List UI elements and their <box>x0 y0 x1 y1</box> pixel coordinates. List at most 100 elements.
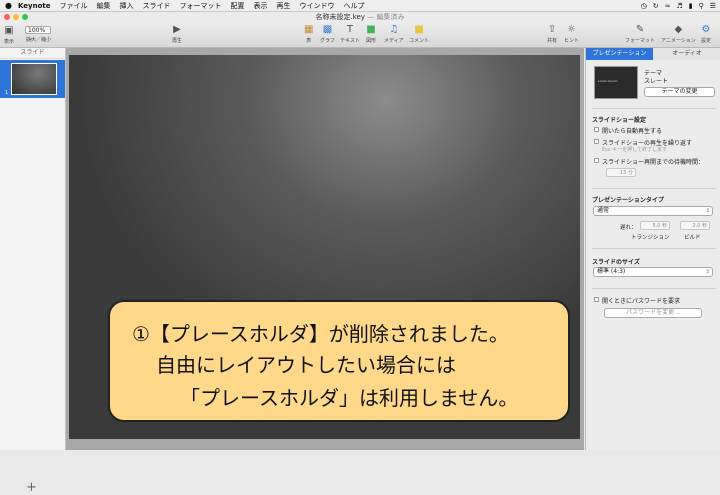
transition-delay-field[interactable]: 5.0 秒 <box>640 221 670 230</box>
loop-checkbox[interactable] <box>594 139 599 144</box>
callout-line-1: ①【プレースホルダ】が削除されました。 <box>132 322 509 346</box>
play-label: 再生 <box>172 38 183 44</box>
add-slide-button[interactable]: + <box>26 480 37 495</box>
share-button[interactable]: ⇧ 共有 <box>547 24 557 44</box>
lightbulb-icon: ☼ <box>567 24 576 35</box>
table-label: 表 <box>306 38 312 44</box>
divider <box>592 188 716 189</box>
battery-icon[interactable]: ▮ <box>689 2 693 10</box>
chart-icon: ▩ <box>322 24 333 35</box>
animate-button[interactable]: ◆ アニメーション <box>661 24 696 44</box>
shape-icon: ■ <box>366 24 376 35</box>
document-title: 名称未設定.key — 編集済み <box>0 12 720 22</box>
tips-button[interactable]: ☼ ヒント <box>564 24 579 44</box>
tab-audio[interactable]: オーディオ <box>653 48 720 60</box>
chart-button[interactable]: ▩ グラフ <box>320 24 335 44</box>
play-button[interactable]: ▶ 再生 <box>172 24 182 44</box>
navigator-header: スライド <box>0 48 65 59</box>
slide-number: 1 <box>5 90 9 96</box>
media-label: メディア <box>384 38 404 44</box>
document-name: 名称未設定.key <box>315 13 365 21</box>
menu-help[interactable]: ヘルプ <box>343 1 364 11</box>
zoom-label-wrap: 拡大／縮小 <box>26 36 51 43</box>
gear-icon: ⚙ <box>701 24 711 35</box>
view-icon: ▣ <box>4 25 14 36</box>
menu-insert[interactable]: 挿入 <box>119 1 133 11</box>
build-label: ビルド <box>684 235 701 241</box>
transition-label: トランジション <box>631 235 670 241</box>
text-button[interactable]: T テキスト <box>340 24 360 44</box>
menu-play[interactable]: 再生 <box>276 1 290 11</box>
presentation-type-select[interactable]: 通常 ⇳ <box>593 206 713 216</box>
zoom-select[interactable]: 100% ⌄ <box>25 26 51 42</box>
slide-thumbnail[interactable] <box>11 63 57 95</box>
menu-app-keynote[interactable]: Keynote <box>18 2 51 10</box>
table-button[interactable]: ▦ 表 <box>304 24 313 44</box>
instruction-callout: ①【プレースホルダ】が削除されました。 自由にレイアウトしたい場合には 「プレー… <box>108 300 570 422</box>
slide-size-value: 標準 (4:3) <box>597 268 626 275</box>
menu-file[interactable]: ファイル <box>59 1 87 11</box>
slide-size-select[interactable]: 標準 (4:3) ⇳ <box>593 267 713 277</box>
presentation-type-heading: プレゼンテーションタイプ <box>592 197 664 204</box>
restart-idle-checkbox[interactable] <box>594 158 599 163</box>
divider <box>592 248 716 249</box>
menu-format[interactable]: フォーマット <box>179 1 221 11</box>
callout-line-3: 「プレースホルダ」は利用しません。 <box>180 386 519 410</box>
table-icon: ▦ <box>304 24 314 35</box>
menu-edit[interactable]: 編集 <box>96 1 110 11</box>
sync-icon[interactable]: ↻ <box>653 2 659 10</box>
comment-button[interactable]: ■ コメント <box>409 24 429 44</box>
menu-bar: ● Keynote ファイル 編集 挿入 スライド フォーマット 配置 表示 再… <box>0 0 720 12</box>
toolbar <box>0 22 720 48</box>
theme-thumbnail-title: Lorem Ipsum <box>598 79 618 83</box>
animate-label: アニメーション <box>661 38 696 44</box>
comment-icon: ■ <box>414 24 424 35</box>
status-area: ◷ ↻ ≈ ♬ ▮ ⚲ ☰ <box>641 0 716 11</box>
share-icon: ⇧ <box>547 24 557 35</box>
divider <box>592 108 716 109</box>
delay-label: 遅れ： <box>620 225 637 231</box>
menu-arrange[interactable]: 配置 <box>230 1 244 11</box>
change-theme-button[interactable]: テーマの変更 <box>644 87 715 97</box>
loop-hint: Esc キーを押して終了します <box>602 147 667 153</box>
format-label: フォーマット <box>625 38 656 44</box>
zoom-label: 拡大／縮小 <box>26 37 52 43</box>
shape-label: 図形 <box>366 38 377 44</box>
animate-icon: ◆ <box>674 24 683 35</box>
require-password-label: 開くときにパスワードを要求 <box>602 298 681 305</box>
volume-icon[interactable]: ♬ <box>676 2 682 10</box>
view-button[interactable]: ▣ 表示 <box>4 25 14 45</box>
setup-button[interactable]: ⚙ 設定 <box>701 24 711 44</box>
apple-icon[interactable]: ● <box>5 1 12 10</box>
change-password-button[interactable]: パスワードを変更... <box>604 308 702 318</box>
menu-window[interactable]: ウインドウ <box>299 1 334 11</box>
slide-navigator: スライド 1 + <box>0 48 66 495</box>
media-icon: ♫ <box>389 24 399 35</box>
shape-button[interactable]: ■ 図形 <box>366 24 376 44</box>
clock-icon[interactable]: ◷ <box>641 2 647 10</box>
wifi-icon[interactable]: ≈ <box>665 2 671 10</box>
format-button[interactable]: ✎ フォーマット <box>625 24 655 44</box>
callout-line-2: 自由にレイアウトしたい場合には <box>156 353 456 377</box>
require-password-checkbox[interactable] <box>594 297 599 302</box>
document-status: — 編集済み <box>367 13 405 21</box>
list-icon[interactable]: ☰ <box>710 2 716 10</box>
zoom-value: 100% <box>28 27 46 34</box>
tab-presentation[interactable]: プレゼンテーション <box>586 48 653 60</box>
menu-view[interactable]: 表示 <box>253 1 267 11</box>
media-button[interactable]: ♫ メディア <box>384 24 404 44</box>
tips-label: ヒント <box>564 38 580 44</box>
play-icon: ▶ <box>173 24 181 35</box>
chevron-updown-icon: ⇳ <box>705 269 710 275</box>
share-label: 共有 <box>547 38 558 44</box>
menu-slide[interactable]: スライド <box>142 1 170 11</box>
auto-play-checkbox[interactable] <box>594 127 599 132</box>
slide-size-heading: スライドのサイズ <box>592 259 640 266</box>
presentation-type-value: 通常 <box>597 207 610 214</box>
spotlight-icon[interactable]: ⚲ <box>699 2 704 10</box>
build-delay-field[interactable]: 2.0 秒 <box>680 221 710 230</box>
inspector-panel: プレゼンテーション オーディオ Lorem Ipsum テーマ スレート テーマ… <box>585 48 720 450</box>
setup-label: 設定 <box>701 38 712 44</box>
comment-label: コメント <box>409 38 430 44</box>
idle-time-field[interactable]: 15 分 <box>606 168 636 177</box>
